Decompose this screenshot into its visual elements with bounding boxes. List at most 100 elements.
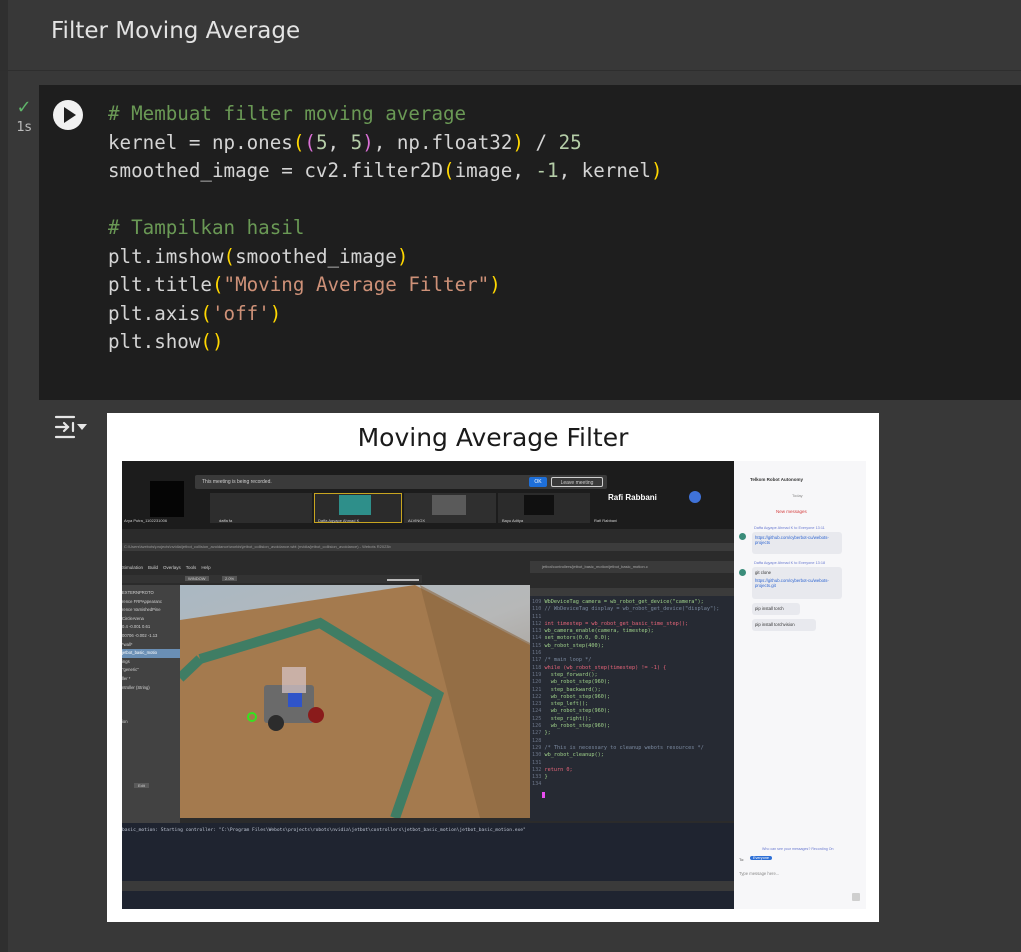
code-text: step_left(); — [544, 701, 589, 708]
zoom-field[interactable]: 2.0% — [222, 576, 238, 581]
chat-sender: Daffa Aqyape Ahmad K to Everyone 13:11 — [754, 526, 825, 530]
console — [122, 823, 734, 909]
code-text: int timestep = wb_robot_get_basic_time_s… — [544, 620, 689, 627]
ok-button[interactable]: OK — [529, 477, 547, 487]
line-number: 109 — [532, 599, 545, 605]
output-toggle-icon[interactable] — [53, 414, 89, 440]
editor-path: jetbot/controllers/jetbot_basic_motion/j… — [542, 564, 648, 569]
line-number: 126 — [532, 723, 545, 730]
to-label: To: — [739, 857, 745, 862]
code-listing-line: 124 wb_robot_step(960); — [532, 708, 719, 715]
line-number: 117 — [532, 657, 545, 664]
code-text: wb_robot_step(960); — [544, 708, 611, 715]
tree-item[interactable]: *wall* — [122, 641, 180, 650]
tree-item[interactable]: rence FRPAppearanc — [122, 598, 180, 607]
tree-item[interactable]: CircleArena — [122, 615, 180, 624]
code-listing-line: 111 — [532, 614, 719, 621]
participant-label: daffa fa — [219, 518, 233, 523]
code-listing: 109 WbDeviceTag camera = wb_robot_get_de… — [532, 599, 719, 789]
tree-item[interactable]: ings — [122, 658, 180, 667]
tree-item-selected[interactable]: jetbot_basic_motio — [122, 649, 180, 658]
check-icon: ✓ — [16, 97, 32, 118]
menu-item[interactable]: Simulation — [122, 565, 143, 570]
recipient-selector[interactable]: Everyone — [750, 856, 773, 860]
code-line: plt.show() — [108, 330, 224, 353]
chat-link[interactable]: https://github.com/cyberbot-cu/webots-pr… — [755, 578, 837, 588]
tree-item[interactable]: ntroller (String) — [122, 684, 180, 693]
leave-meeting-button[interactable]: Leave meeting — [551, 477, 603, 487]
cell-status: ✓ 1s — [12, 97, 36, 136]
code-listing-line: 126 wb_robot_step(960); — [532, 723, 719, 730]
line-number: 118 — [532, 664, 545, 671]
code-listing-line: 115 wb_robot_step(400); — [532, 643, 719, 650]
edit-button[interactable]: Edit — [134, 783, 149, 788]
code-text: step_backward(); — [544, 686, 601, 693]
code-text: } — [544, 774, 548, 781]
send-icon[interactable] — [852, 893, 860, 901]
code-listing-line: 131 — [532, 760, 719, 767]
menu-item[interactable]: Help — [201, 565, 210, 570]
tree-item[interactable]: 00706 -0.002 -1.13 — [122, 632, 180, 641]
chat-date: Today — [792, 493, 803, 498]
shared-screen-thumb — [339, 495, 371, 515]
code-listing-line: 125 step_right(); — [532, 716, 719, 723]
code-line: plt.title("Moving Average Filter") — [108, 273, 501, 296]
menu-item[interactable]: Build — [148, 565, 158, 570]
participant-label: ALVINOX — [408, 518, 426, 523]
code-text: step_right(); — [544, 715, 592, 722]
status-bar — [122, 881, 734, 891]
scene-selector[interactable]: WINDOW — [185, 576, 209, 581]
next-page-icon[interactable] — [689, 491, 701, 503]
line-number: 127 — [532, 730, 545, 737]
run-cell-button[interactable] — [53, 100, 83, 130]
chat-link[interactable]: https://github.com/cyberbot-cu/webots-pr… — [755, 535, 837, 545]
line-number: 123 — [532, 701, 545, 708]
code-listing-line: 127 }; — [532, 730, 719, 737]
console-output: basic_motion: Starting controller: "C:\P… — [122, 828, 526, 833]
line-number: 115 — [532, 642, 545, 649]
code-text: /* This is necessary to cleanup webots r… — [544, 744, 704, 751]
text-cursor — [542, 792, 545, 798]
line-number: 121 — [532, 686, 545, 693]
line-number: 120 — [532, 679, 545, 686]
code-text: }; — [544, 730, 551, 737]
participant-label: Daffa Aqyape Ahmad K — [318, 518, 360, 523]
code-text: wb_camera_enable(camera, timestep); — [544, 628, 654, 635]
scene-tree-list: EXTERNPROTO rence FRPAppearanc rence Var… — [122, 589, 180, 727]
avatar — [739, 533, 746, 540]
code-listing-line: 130 wb_robot_cleanup(); — [532, 752, 719, 759]
code-text: step_forward(); — [544, 671, 598, 678]
code-listing-line: 112 int timestep = wb_robot_get_basic_ti… — [532, 621, 719, 628]
code-listing-line: 109 WbDeviceTag camera = wb_robot_get_de… — [532, 599, 719, 606]
toolbar — [122, 575, 422, 583]
tree-item[interactable]: rence VarnishedPine — [122, 606, 180, 615]
participant-label: Rafi Rabbani — [594, 518, 618, 523]
recording-notice: This meeting is being recorded. — [202, 479, 272, 485]
video-tile — [150, 481, 184, 517]
arena-scene — [180, 585, 530, 818]
menu-bar: Simulation Build Overlays Tools Help — [122, 556, 242, 570]
chat-message: git clone — [755, 570, 772, 575]
tree-item[interactable]: ller * — [122, 675, 180, 684]
play-icon — [63, 107, 76, 123]
line-number: 128 — [532, 737, 545, 744]
tree-item[interactable]: EXTERNPROTO — [122, 589, 180, 598]
code-editor[interactable]: # Membuat filter moving average kernel = … — [108, 100, 663, 357]
code-listing-line: 117 /* main loop */ — [532, 657, 719, 664]
code-text: return 0; — [544, 766, 573, 773]
code-listing-line: 118 while (wb_robot_step(timestep) != -1… — [532, 665, 719, 672]
code-line: # Tampilkan hasil — [108, 216, 305, 239]
tree-item[interactable]: ion — [122, 718, 180, 727]
tree-item[interactable]: 0.4 -0.001 0.61 — [122, 623, 180, 632]
menu-item[interactable]: Overlays — [163, 565, 181, 570]
line-number: 116 — [532, 650, 545, 657]
code-listing-line: 134 — [532, 781, 719, 788]
tree-item[interactable]: "generic" — [122, 666, 180, 675]
video-thumb — [432, 495, 466, 515]
code-listing-line: 120 wb_robot_step(960); — [532, 679, 719, 686]
menu-item[interactable]: Tools — [186, 565, 197, 570]
chat-input[interactable]: Type message here... — [739, 871, 779, 876]
video-thumb — [524, 495, 554, 515]
speed-slider[interactable] — [387, 579, 419, 581]
code-listing-line: 123 step_left(); — [532, 701, 719, 708]
